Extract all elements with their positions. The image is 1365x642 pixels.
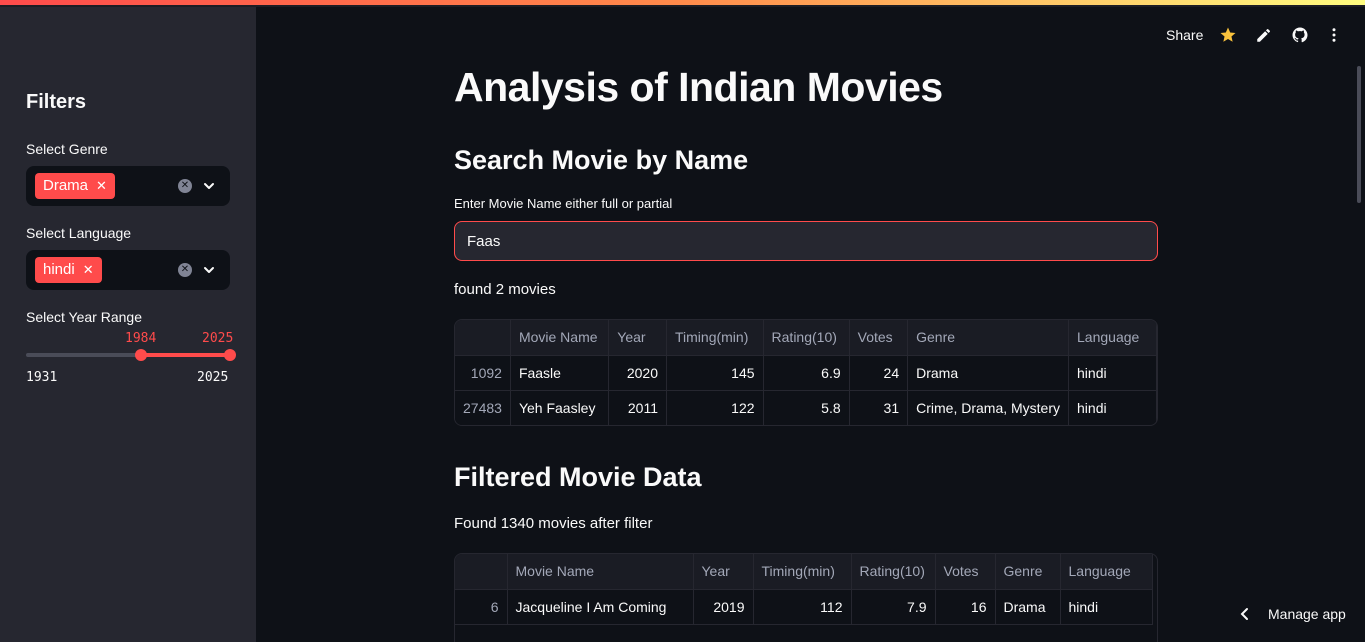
- language-label: Select Language: [26, 225, 132, 241]
- genre-tag: Drama ✕: [35, 173, 115, 199]
- chevron-left-icon: [1240, 608, 1248, 620]
- table-cell[interactable]: hindi: [1068, 390, 1157, 425]
- search-results-table[interactable]: Movie Name Year Timing(min) Rating(10) Votes…: [454, 319, 1158, 426]
- genre-label: Select Genre: [26, 141, 108, 157]
- table-cell[interactable]: Drama: [907, 355, 1070, 391]
- clear-icon[interactable]: ✕: [178, 179, 192, 193]
- table-cell[interactable]: 2020: [608, 355, 667, 391]
- page-title: Analysis of Indian Movies: [454, 64, 943, 110]
- filtered-column-header[interactable]: Timing(min): [753, 554, 852, 590]
- search-input[interactable]: [454, 221, 1158, 261]
- table-cell[interactable]: 5.8: [763, 390, 850, 425]
- table-cell[interactable]: 31: [849, 390, 909, 425]
- filtered-heading: Filtered Movie Data: [454, 462, 702, 492]
- remove-tag-icon[interactable]: ✕: [96, 173, 107, 199]
- search-column-header[interactable]: Timing(min): [666, 320, 764, 356]
- language-tag: hindi ✕: [35, 257, 102, 283]
- table-cell[interactable]: 24: [849, 355, 909, 391]
- year-range-slider[interactable]: [26, 349, 236, 361]
- table-row[interactable]: 1092 Faasle 2020 145 6.9 24 Drama hindi: [455, 355, 1157, 391]
- chevron-down-icon[interactable]: [202, 179, 216, 193]
- table-cell[interactable]: Faasle: [510, 355, 610, 391]
- table-cell[interactable]: 145: [666, 355, 764, 391]
- table-cell[interactable]: 122: [666, 390, 764, 425]
- search-heading: Search Movie by Name: [454, 145, 749, 175]
- table-row[interactable]: 27483 Yeh Faasley 2011 122 5.8 31 Crime, Drama…: [455, 390, 1157, 425]
- scrollbar[interactable]: [1357, 66, 1361, 203]
- search-column-header[interactable]: Genre: [907, 320, 1070, 356]
- search-column-header[interactable]: Rating(10): [763, 320, 850, 356]
- language-tag-label: hindi: [43, 261, 75, 278]
- slider-high-value: 2025: [202, 331, 234, 346]
- table-cell[interactable]: hindi: [1068, 355, 1157, 391]
- remove-tag-icon[interactable]: ✕: [83, 257, 94, 283]
- filtered-result-text: Found 1340 movies after filter: [454, 515, 653, 532]
- language-multiselect[interactable]: hindi ✕ ✕: [26, 250, 230, 290]
- table-cell[interactable]: 2011: [608, 390, 667, 425]
- filtered-column-header[interactable]: Genre: [995, 554, 1061, 590]
- table-cell[interactable]: Yeh Faasley: [510, 390, 610, 425]
- filtered-column-header[interactable]: Rating(10): [851, 554, 936, 590]
- sidebar-title: Filters: [26, 91, 87, 113]
- chevron-down-icon[interactable]: [202, 263, 216, 277]
- table-cell[interactable]: Crime, Drama, Mystery: [907, 390, 1070, 425]
- slider-max-label: 2025: [197, 370, 229, 385]
- slider-thumb-high[interactable]: [224, 349, 236, 361]
- table-cell[interactable]: hindi: [1060, 589, 1153, 625]
- slider-fill: [141, 353, 230, 357]
- clear-icon[interactable]: ✕: [178, 263, 192, 277]
- more-icon[interactable]: [1325, 26, 1343, 44]
- search-column-header[interactable]: [455, 320, 511, 356]
- row-index-cell[interactable]: 27483: [455, 390, 511, 425]
- table-cell[interactable]: 16: [935, 589, 996, 625]
- table-cell[interactable]: Jacqueline I Am Coming: [507, 589, 694, 625]
- slider-low-value: 1984: [125, 331, 157, 346]
- manage-app-button[interactable]: Manage app: [1240, 606, 1346, 622]
- slider-thumb-low[interactable]: [135, 349, 148, 361]
- genre-multiselect[interactable]: Drama ✕ ✕: [26, 166, 230, 206]
- table-cell[interactable]: 7.9: [851, 589, 936, 625]
- filtered-column-header[interactable]: [455, 554, 508, 590]
- filtered-table[interactable]: Movie Name Year Timing(min) Rating(10) Votes…: [454, 553, 1158, 642]
- genre-tag-label: Drama: [43, 177, 89, 194]
- star-icon[interactable]: [1219, 26, 1237, 44]
- table-cell[interactable]: 6.9: [763, 355, 850, 391]
- search-column-header[interactable]: Votes: [849, 320, 909, 356]
- filtered-column-header[interactable]: Language: [1060, 554, 1153, 590]
- row-index-cell[interactable]: 6: [455, 589, 508, 625]
- share-button[interactable]: Share: [1166, 27, 1203, 43]
- table-cell[interactable]: 112: [753, 589, 852, 625]
- top-decoration-bar: [0, 0, 1365, 7]
- edit-icon[interactable]: [1255, 26, 1273, 44]
- search-column-header[interactable]: Movie Name: [510, 320, 610, 356]
- filtered-column-header[interactable]: Movie Name: [507, 554, 694, 590]
- github-icon[interactable]: [1291, 26, 1309, 44]
- table-cell[interactable]: 2019: [693, 589, 754, 625]
- manage-app-label: Manage app: [1268, 606, 1346, 622]
- filtered-column-header[interactable]: Votes: [935, 554, 996, 590]
- search-result-text: found 2 movies: [454, 281, 556, 298]
- filtered-column-header[interactable]: Year: [693, 554, 754, 590]
- row-index-cell[interactable]: 1092: [455, 355, 511, 391]
- table-cell[interactable]: Drama: [995, 589, 1061, 625]
- year-range-label: Select Year Range: [26, 309, 142, 325]
- slider-min-label: 1931: [26, 370, 58, 385]
- search-column-header[interactable]: Language: [1068, 320, 1157, 356]
- search-column-header[interactable]: Year: [608, 320, 667, 356]
- search-input-label: Enter Movie Name either full or partial: [454, 196, 673, 211]
- table-row[interactable]: 6 Jacqueline I Am Coming 2019 112 7.9 16 Drama…: [455, 589, 1153, 625]
